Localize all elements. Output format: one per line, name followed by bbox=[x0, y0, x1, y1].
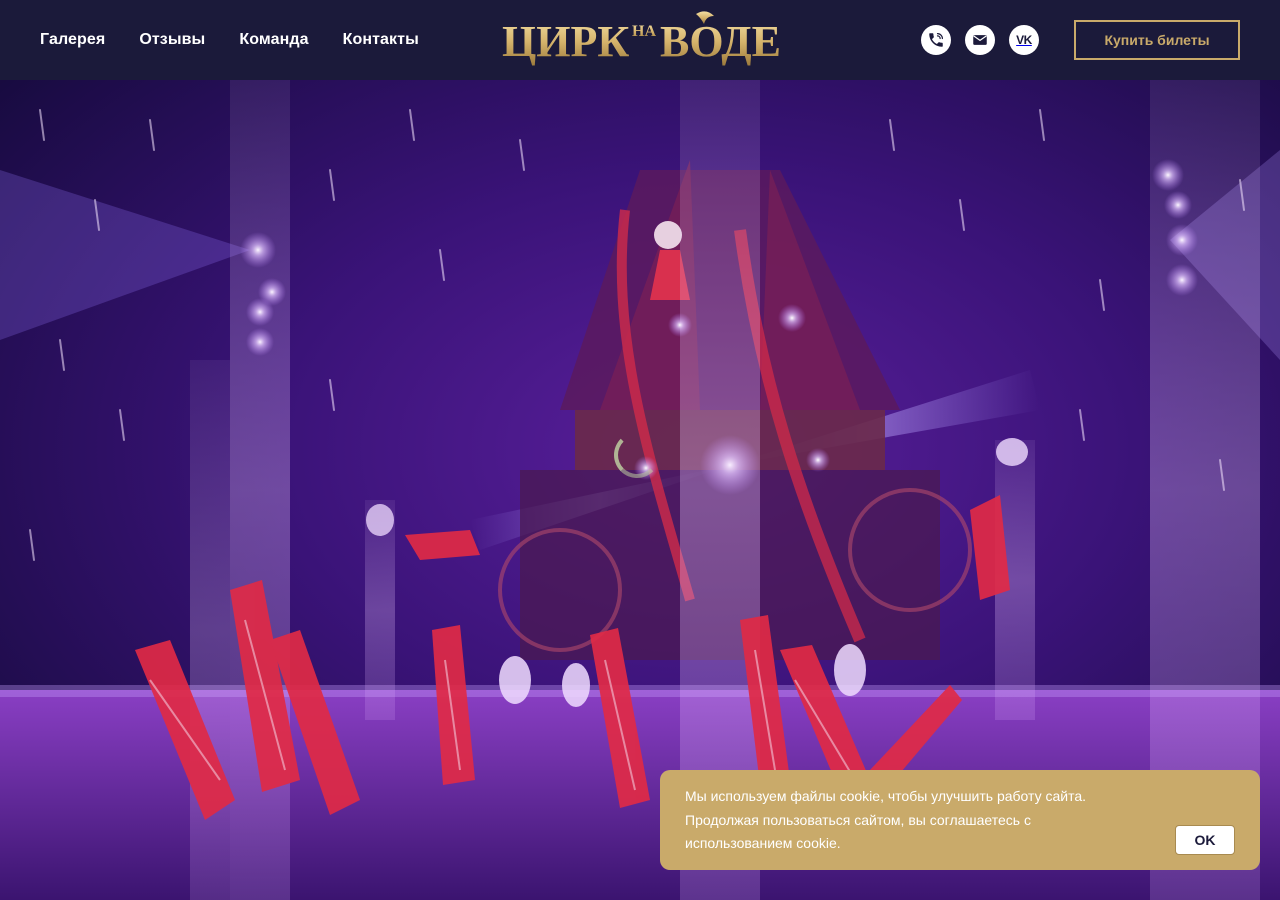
nav-team-link[interactable]: Команда bbox=[239, 31, 308, 49]
loading-spinner bbox=[614, 432, 660, 478]
buy-tickets-button[interactable]: Купить билеты bbox=[1074, 20, 1240, 60]
cookie-banner: Мы используем файлы cookie, чтобы улучши… bbox=[660, 770, 1260, 870]
main-nav: Галерея Отзывы Команда Контакты bbox=[40, 0, 419, 80]
cookie-accept-button[interactable]: OK bbox=[1175, 825, 1235, 855]
phone-link[interactable] bbox=[921, 25, 951, 55]
nav-contacts-link[interactable]: Контакты bbox=[343, 31, 419, 49]
logo-word-water: ВОДЕ bbox=[660, 17, 781, 66]
phone-icon bbox=[929, 33, 943, 47]
site-logo[interactable]: ЦИРК НА ВОДЕ bbox=[500, 6, 786, 68]
logo-word-on: НА bbox=[632, 23, 656, 40]
logo-image: ЦИРК НА ВОДЕ bbox=[502, 11, 781, 66]
mail-link[interactable] bbox=[965, 25, 995, 55]
vk-icon: VK bbox=[1016, 33, 1032, 47]
nav-gallery-link[interactable]: Галерея bbox=[40, 31, 105, 49]
site-header: Галерея Отзывы Команда Контакты ЦИРК НА … bbox=[0, 0, 1280, 80]
nav-reviews-link[interactable]: Отзывы bbox=[139, 31, 205, 49]
mail-icon bbox=[973, 35, 987, 45]
vk-link[interactable]: VK bbox=[1009, 25, 1039, 55]
social-links: VK bbox=[921, 25, 1039, 55]
cookie-message: Мы используем файлы cookie, чтобы улучши… bbox=[685, 788, 1087, 851]
logo-word-circus: ЦИРК bbox=[502, 17, 629, 66]
